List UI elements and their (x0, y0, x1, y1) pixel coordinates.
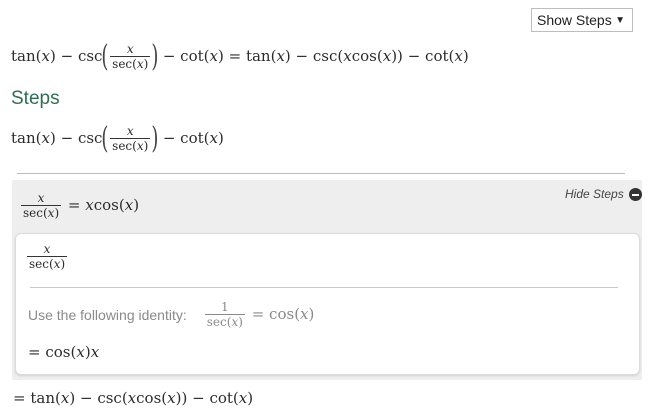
steps-heading: Steps (11, 88, 60, 109)
identity-formula: 1 sec(x) = cos(x) (204, 300, 315, 329)
show-steps-dropdown[interactable]: Show Steps ▼ (531, 8, 633, 32)
hide-steps-button[interactable]: Hide Steps (565, 187, 642, 201)
final-result: = tan(x) − csc(xcos(x)) − cot(x) (13, 389, 254, 407)
identity-label: Use the following identity: (28, 307, 187, 323)
divider (30, 287, 618, 288)
hide-steps-label: Hide Steps (565, 187, 624, 201)
divider (17, 173, 625, 174)
identity-row: Use the following identity: 1 sec(x) = co… (28, 300, 314, 330)
identity-result: = cos(x)x (28, 343, 100, 361)
steps-expression: tan(x) − csc(x sec(x)) − cot(x) (11, 121, 224, 156)
problem-equation: tan(x) − csc(x sec(x)) − cot(x) = tan(x) … (11, 39, 469, 74)
show-steps-label: Show Steps (537, 12, 612, 28)
chevron-down-icon: ▼ (615, 14, 625, 26)
step-title[interactable]: x sec(x) = xcos(x) (19, 191, 139, 221)
minus-circle-icon (628, 187, 642, 201)
step-detail-expression: x sec(x) (27, 242, 68, 271)
